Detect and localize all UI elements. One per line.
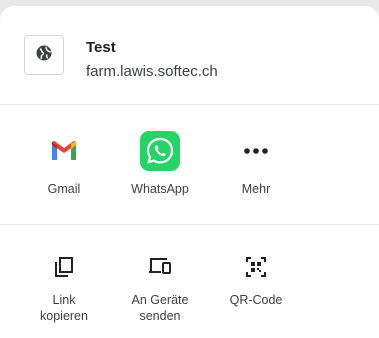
page-url: farm.lawis.softec.ch xyxy=(86,63,218,80)
globe-icon xyxy=(35,44,53,67)
whatsapp-icon xyxy=(140,131,180,171)
send-to-devices-button[interactable]: An Geräte senden xyxy=(112,252,208,324)
share-target-more[interactable]: Mehr xyxy=(208,131,304,197)
send-to-devices-icon xyxy=(145,252,175,282)
app-label: Mehr xyxy=(241,182,271,196)
qr-code-icon xyxy=(241,252,271,282)
gmail-icon xyxy=(44,131,84,171)
share-target-whatsapp[interactable]: WhatsApp xyxy=(112,131,208,197)
share-header: Test farm.lawis.softec.ch xyxy=(0,6,379,104)
qr-code-button[interactable]: QR-Code xyxy=(208,252,304,308)
divider xyxy=(0,104,379,105)
divider xyxy=(0,224,379,225)
action-label: An Geräte senden xyxy=(131,293,189,323)
action-label: QR-Code xyxy=(229,293,283,307)
site-icon-badge xyxy=(24,35,64,75)
app-label: WhatsApp xyxy=(131,182,189,196)
app-label: Gmail xyxy=(47,182,81,196)
page-title: Test xyxy=(86,39,116,56)
action-label: Link kopieren xyxy=(40,293,88,323)
copy-link-icon xyxy=(49,252,79,282)
more-dots-icon xyxy=(236,131,276,171)
share-target-gmail[interactable]: Gmail xyxy=(16,131,112,197)
share-sheet: Test farm.lawis.softec.ch Gmail WhatsApp… xyxy=(0,6,379,338)
copy-link-button[interactable]: Link kopieren xyxy=(16,252,112,324)
